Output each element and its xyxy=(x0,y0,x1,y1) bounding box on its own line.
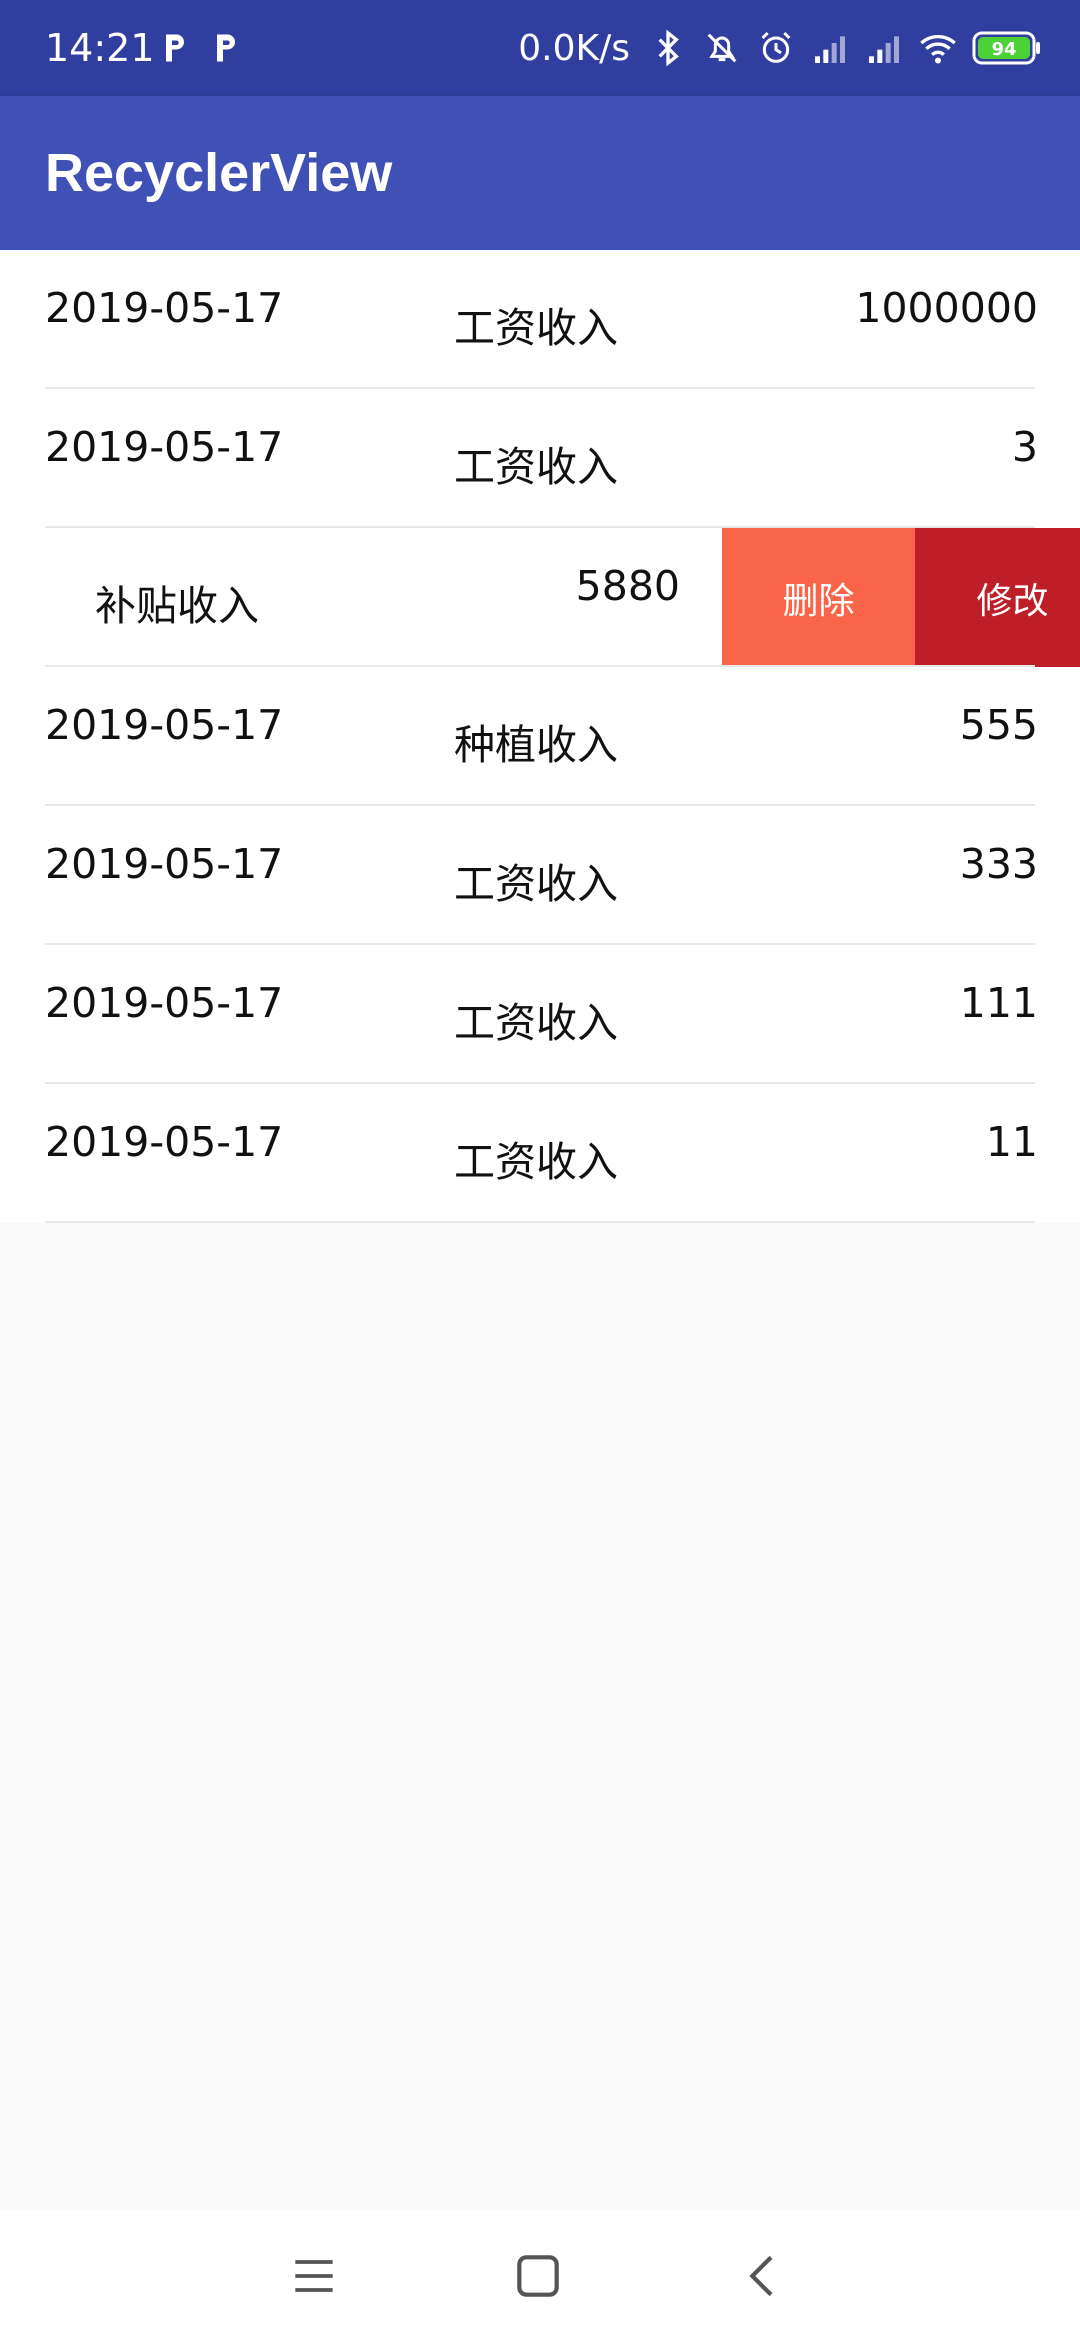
battery-icon: 94 xyxy=(972,31,1040,65)
record-amount: 555 xyxy=(959,701,1038,749)
bluetooth-icon xyxy=(658,29,679,67)
page-title: RecyclerView xyxy=(45,143,393,203)
record-date: 2019-05-17 xyxy=(45,284,284,332)
record-amount: 5880 xyxy=(575,562,680,610)
record-category: 工资收入 xyxy=(454,860,618,908)
record-amount: 111 xyxy=(959,979,1038,1027)
battery-level: 94 xyxy=(991,39,1016,60)
signal-icon xyxy=(815,36,845,63)
swipe-actions: 删除 修改 xyxy=(722,528,1080,667)
record-category: 工资收入 xyxy=(454,999,618,1047)
record-category: 种植收入 xyxy=(454,721,618,769)
edit-button[interactable]: 修改 xyxy=(915,528,1080,667)
record-date: 2019-05-17 xyxy=(45,423,284,471)
record-date: 2019-05-17 xyxy=(45,840,284,888)
record-amount: 333 xyxy=(959,840,1038,888)
list-item[interactable]: 2019-05-17 工资收入 333 xyxy=(0,806,1080,945)
list-item[interactable]: 2019-05-17 工资收入 11 xyxy=(0,1084,1080,1223)
record-date: 2019-05-17 xyxy=(45,1118,284,1166)
record-amount: 3 xyxy=(1011,423,1038,471)
list-item[interactable]: 2019-05-17 工资收入 1000000 xyxy=(0,250,1080,389)
parking-p-icon xyxy=(217,34,235,62)
navigation-bar xyxy=(0,2210,1080,2340)
signal-icon xyxy=(869,36,899,63)
list-item[interactable]: 2019-05-17 种植收入 555 xyxy=(0,667,1080,806)
record-date: 2019-05-17 xyxy=(45,979,284,1027)
record-list[interactable]: 2019-05-17 工资收入 1000000 2019-05-17 工资收入 … xyxy=(0,250,1080,1223)
list-item[interactable]: 2019-05-17 工资收入 111 xyxy=(0,945,1080,1084)
delete-button[interactable]: 删除 xyxy=(722,528,915,667)
record-date: 2019-05-17 xyxy=(45,701,284,749)
net-speed: 0.0K/s xyxy=(518,27,630,69)
back-icon[interactable] xyxy=(736,2248,792,2304)
record-amount: 11 xyxy=(985,1118,1038,1166)
alarm-icon xyxy=(761,31,791,63)
record-category: 工资收入 xyxy=(454,1138,618,1186)
record-category: 工资收入 xyxy=(454,304,618,352)
list-item[interactable]: 2019-05-17 工资收入 3 xyxy=(0,389,1080,528)
record-category: 工资收入 xyxy=(454,443,618,491)
list-item-swiped[interactable]: 补贴收入 5880 删除 修改 xyxy=(0,528,1080,667)
record-amount: 1000000 xyxy=(855,284,1038,332)
menu-icon[interactable] xyxy=(286,2248,342,2304)
divider xyxy=(45,1221,1035,1223)
app-bar: RecyclerView xyxy=(0,96,1080,250)
status-bar: 14:21 0.0K/s 94 xyxy=(0,0,1080,96)
home-icon[interactable] xyxy=(510,2248,566,2304)
mute-icon xyxy=(707,33,737,63)
wifi-icon xyxy=(920,35,956,64)
record-category: 补贴收入 xyxy=(95,582,259,630)
parking-p-icon xyxy=(166,34,184,62)
status-time: 14:21 xyxy=(45,26,155,70)
